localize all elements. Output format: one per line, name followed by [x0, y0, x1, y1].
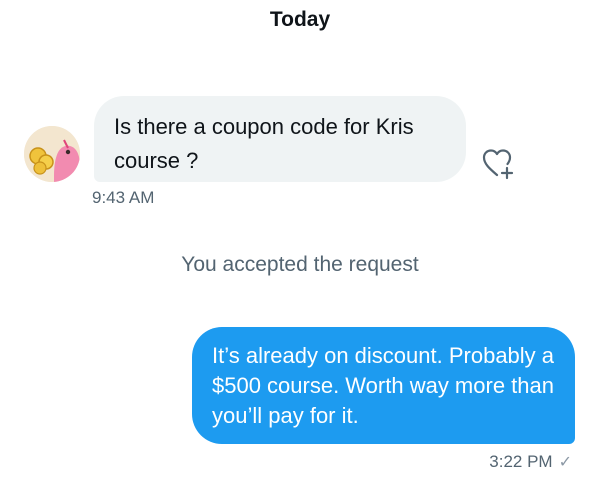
outgoing-message-time: 3:22 PM: [489, 452, 553, 471]
react-button[interactable]: [480, 146, 516, 182]
avatar-image: [24, 126, 80, 182]
sender-avatar[interactable]: [24, 126, 80, 182]
incoming-message-text: Is there a coupon code for Kris course ?: [114, 114, 414, 173]
outgoing-message-meta: 3:22 PM ✓: [489, 452, 572, 472]
heart-plus-icon: [482, 149, 514, 180]
outgoing-message-bubble[interactable]: It’s already on discount. Probably a $50…: [192, 327, 575, 444]
date-divider: Today: [269, 8, 331, 31]
check-icon: ✓: [558, 454, 572, 471]
incoming-message-time: 9:43 AM: [92, 188, 155, 207]
system-message: You accepted the request: [181, 253, 419, 276]
outgoing-message-text: It’s already on discount. Probably a $50…: [212, 343, 555, 428]
incoming-message-bubble[interactable]: Is there a coupon code for Kris course ?: [94, 96, 466, 182]
